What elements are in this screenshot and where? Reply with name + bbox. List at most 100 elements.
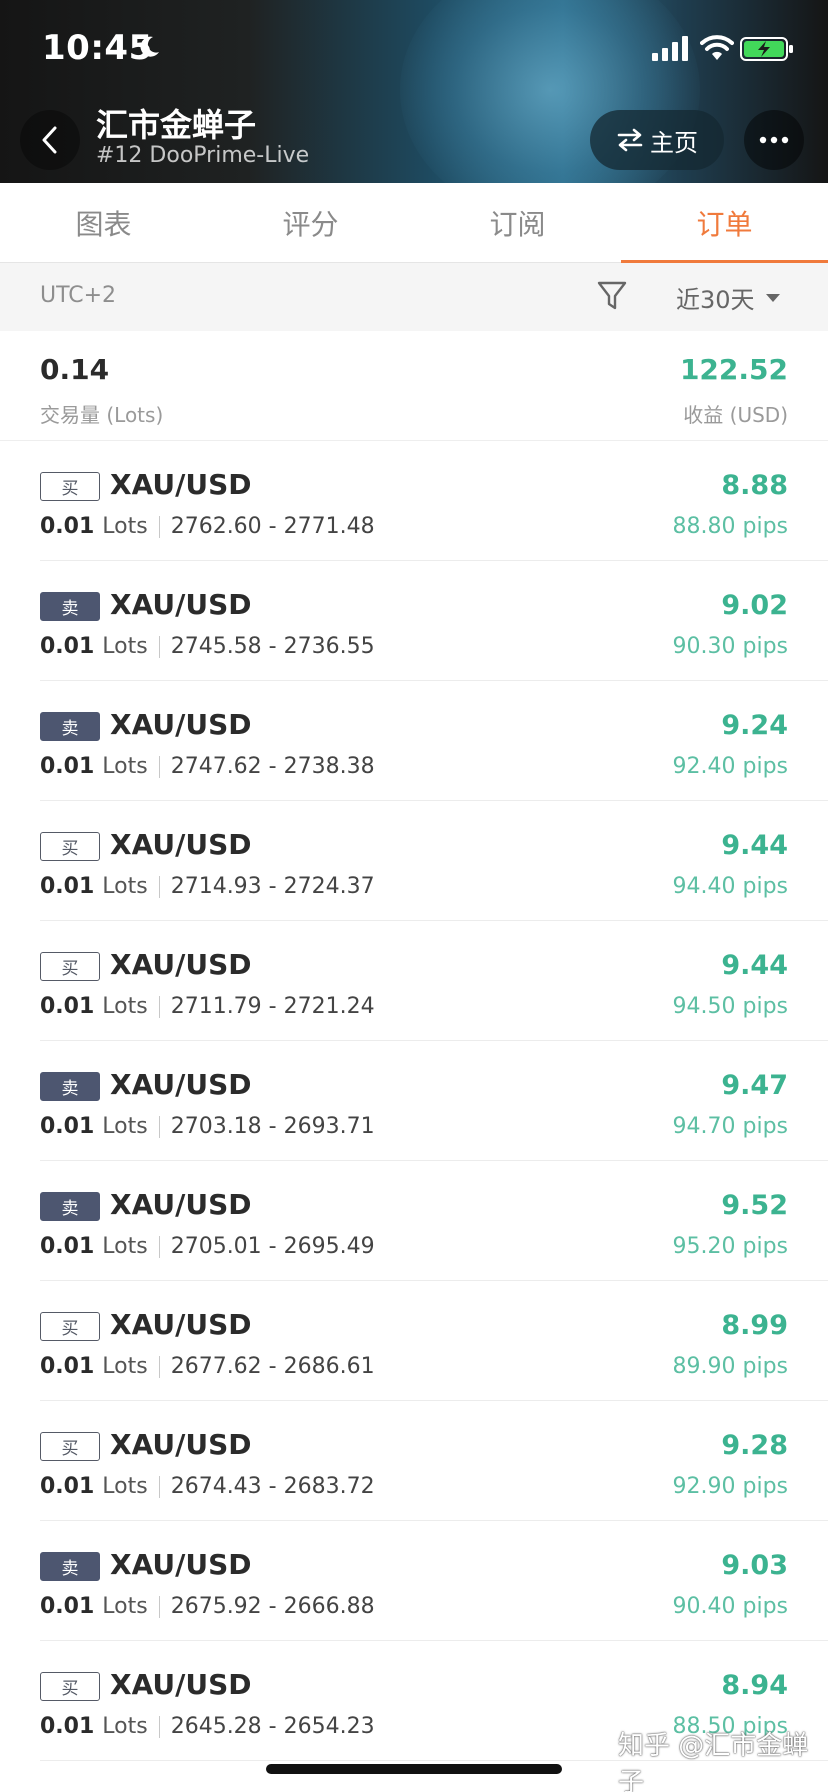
order-lots: 0.01 — [40, 1234, 95, 1259]
home-button[interactable]: 主页 — [590, 110, 724, 170]
order-row[interactable]: 买 XAU/USD 0.01 Lots 2677.62 - 2686.61 8.99 89.… — [40, 1281, 828, 1401]
order-row[interactable]: 卖 XAU/USD 0.01 Lots 2705.01 - 2695.49 9.52 95.… — [40, 1161, 828, 1281]
order-lots-unit: Lots — [102, 994, 148, 1019]
order-divider — [158, 1475, 160, 1498]
order-pips: 95.20 pips — [672, 1234, 788, 1259]
home-button-label: 主页 — [650, 128, 698, 157]
order-lots: 0.01 — [40, 634, 95, 659]
order-profit: 8.94 — [721, 1670, 788, 1701]
order-side-badge: 买 — [40, 1312, 100, 1341]
account-subtitle: #12 DooPrime-Live — [96, 143, 310, 168]
filter-icon[interactable] — [596, 279, 628, 313]
order-row[interactable]: 卖 XAU/USD 0.01 Lots 2675.92 - 2666.88 9.03 90.… — [40, 1521, 828, 1641]
order-lots: 0.01 — [40, 514, 95, 539]
order-profit: 9.24 — [721, 710, 788, 741]
tab-orders[interactable]: 订单 — [621, 183, 828, 263]
order-symbol: XAU/USD — [110, 708, 252, 741]
order-lots: 0.01 — [40, 994, 95, 1019]
order-symbol: XAU/USD — [110, 1668, 252, 1701]
order-lots-line: 0.01 Lots 2677.62 - 2686.61 — [40, 1354, 375, 1379]
tab-rating[interactable]: 评分 — [207, 183, 414, 262]
order-lots-line: 0.01 Lots 2703.18 - 2693.71 — [40, 1114, 375, 1139]
order-price-range: 2675.92 - 2666.88 — [170, 1594, 375, 1619]
order-profit: 9.28 — [721, 1430, 788, 1461]
order-row[interactable]: 买 XAU/USD 0.01 Lots 2711.79 - 2721.24 9.44 94.… — [40, 921, 828, 1041]
order-profit: 9.02 — [721, 590, 788, 621]
order-pips: 94.70 pips — [672, 1114, 788, 1139]
tab-chart[interactable]: 图表 — [0, 183, 207, 262]
tab-subscribe[interactable]: 订阅 — [414, 183, 621, 262]
order-lots-line: 0.01 Lots 2711.79 - 2721.24 — [40, 994, 375, 1019]
order-lots: 0.01 — [40, 874, 95, 899]
order-row[interactable]: 买 XAU/USD 0.01 Lots 2762.60 - 2771.48 8.88 88.… — [40, 441, 828, 561]
order-side-badge: 买 — [40, 1432, 100, 1461]
order-side-badge: 卖 — [40, 592, 100, 621]
order-lots-line: 0.01 Lots 2674.43 - 2683.72 — [40, 1474, 375, 1499]
battery-icon — [740, 37, 793, 61]
order-symbol: XAU/USD — [110, 1068, 252, 1101]
more-icon — [759, 136, 789, 144]
order-side-badge: 卖 — [40, 1552, 100, 1581]
order-divider — [158, 1235, 160, 1258]
order-row[interactable]: 卖 XAU/USD 0.01 Lots 2745.58 - 2736.55 9.02 90.… — [40, 561, 828, 681]
filter-bar: UTC+2 近30天 — [0, 263, 828, 331]
order-pips: 92.40 pips — [672, 754, 788, 779]
order-symbol: XAU/USD — [110, 1308, 252, 1341]
order-lots-unit: Lots — [102, 634, 148, 659]
timezone-label: UTC+2 — [40, 283, 117, 308]
order-profit: 8.88 — [721, 470, 788, 501]
order-divider — [158, 755, 160, 778]
order-symbol: XAU/USD — [110, 1188, 252, 1221]
wifi-icon — [700, 35, 734, 60]
order-pips: 94.50 pips — [672, 994, 788, 1019]
order-lots-line: 0.01 Lots 2705.01 - 2695.49 — [40, 1234, 375, 1259]
order-pips: 94.40 pips — [672, 874, 788, 899]
order-lots-line: 0.01 Lots 2745.58 - 2736.55 — [40, 634, 375, 659]
back-button[interactable] — [20, 110, 80, 170]
order-price-range: 2705.01 - 2695.49 — [170, 1234, 375, 1259]
order-divider — [158, 995, 160, 1018]
order-symbol: XAU/USD — [110, 828, 252, 861]
order-price-range: 2714.93 - 2724.37 — [170, 874, 375, 899]
caret-down-icon — [765, 293, 780, 302]
home-indicator — [266, 1764, 562, 1774]
total-lots-label: 交易量 (Lots) — [40, 403, 164, 427]
order-price-range: 2762.60 - 2771.48 — [170, 514, 375, 539]
order-symbol: XAU/USD — [110, 1548, 252, 1581]
order-price-range: 2677.62 - 2686.61 — [170, 1354, 375, 1379]
order-pips: 88.80 pips — [672, 514, 788, 539]
order-lots-line: 0.01 Lots 2762.60 - 2771.48 — [40, 514, 375, 539]
order-side-badge: 买 — [40, 832, 100, 861]
order-divider — [158, 875, 160, 898]
order-row[interactable]: 买 XAU/USD 0.01 Lots 2714.93 - 2724.37 9.44 94.… — [40, 801, 828, 921]
more-button[interactable] — [744, 110, 804, 170]
order-lots-line: 0.01 Lots 2747.62 - 2738.38 — [40, 754, 375, 779]
order-lots: 0.01 — [40, 754, 95, 779]
order-lots-unit: Lots — [102, 1594, 148, 1619]
order-profit: 9.44 — [721, 830, 788, 861]
order-row[interactable]: 卖 XAU/USD 0.01 Lots 2703.18 - 2693.71 9.47 94.… — [40, 1041, 828, 1161]
order-price-range: 2745.58 - 2736.55 — [170, 634, 375, 659]
order-side-badge: 买 — [40, 472, 100, 501]
order-profit: 9.44 — [721, 950, 788, 981]
order-side-badge: 买 — [40, 1672, 100, 1701]
order-divider — [158, 515, 160, 538]
order-lots-unit: Lots — [102, 1714, 148, 1739]
order-row[interactable]: 买 XAU/USD 0.01 Lots 2674.43 - 2683.72 9.28 92.… — [40, 1401, 828, 1521]
tab-bar: 图表 评分 订阅 订单 — [0, 183, 828, 263]
order-profit: 9.52 — [721, 1190, 788, 1221]
order-profit: 8.99 — [721, 1310, 788, 1341]
order-lots-unit: Lots — [102, 754, 148, 779]
order-price-range: 2711.79 - 2721.24 — [170, 994, 375, 1019]
order-divider — [158, 1715, 160, 1738]
order-divider — [158, 1115, 160, 1138]
order-pips: 92.90 pips — [672, 1474, 788, 1499]
order-lots-unit: Lots — [102, 874, 148, 899]
order-lots: 0.01 — [40, 1114, 95, 1139]
order-lots: 0.01 — [40, 1354, 95, 1379]
order-symbol: XAU/USD — [110, 588, 252, 621]
period-dropdown[interactable]: 近30天 — [676, 280, 781, 315]
orders-list: 买 XAU/USD 0.01 Lots 2762.60 - 2771.48 8.88 88.… — [0, 441, 828, 1761]
order-pips: 90.30 pips — [672, 634, 788, 659]
order-row[interactable]: 卖 XAU/USD 0.01 Lots 2747.62 - 2738.38 9.24 92.… — [40, 681, 828, 801]
